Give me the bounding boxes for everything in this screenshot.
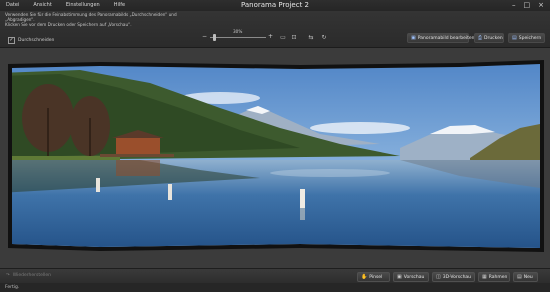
new-label: Neu <box>523 274 533 280</box>
new-button[interactable]: ▤ Neu <box>513 272 538 282</box>
brush-label: Pinsel <box>369 274 383 280</box>
cut-checkbox[interactable]: ✓ <box>8 37 15 44</box>
preview-3d-button[interactable]: ◫ 3D-Vorschau <box>432 272 475 282</box>
cut-checkbox-label: Durchschneiden <box>18 38 55 43</box>
zoom-slider-thumb[interactable] <box>212 34 216 41</box>
window-title: Panorama Project 2 <box>240 1 310 9</box>
status-bar: Fertig. <box>0 283 550 292</box>
panorama-icon: ▣ <box>411 35 416 41</box>
brush-button[interactable]: ✋ Pinsel <box>357 272 390 282</box>
preview-3d-label: 3D-Vorschau <box>442 274 472 280</box>
print-label: Drucken <box>484 35 503 41</box>
preview-3d-icon: ◫ <box>436 274 441 280</box>
redo-button: ↷ Wiederherstellen <box>6 273 51 278</box>
maximize-button[interactable]: □ <box>524 1 531 9</box>
panorama-image[interactable] <box>0 48 550 268</box>
cut-checkbox-row[interactable]: ✓ Durchschneiden <box>8 37 54 44</box>
zoom-percent: 30% <box>233 29 243 34</box>
save-label: Speichern <box>518 35 542 41</box>
frame-label: Rahmen <box>488 274 508 280</box>
status-text: Fertig. <box>5 285 20 290</box>
minimize-button[interactable]: – <box>512 1 516 9</box>
preview-label: Vorschau <box>403 274 425 280</box>
rotate-icon[interactable]: ↻ <box>320 34 328 41</box>
hand-brush-icon: ✋ <box>361 274 368 280</box>
zoom-in-icon[interactable]: + <box>268 34 274 40</box>
window-controls: – □ × <box>512 1 544 9</box>
frame-button[interactable]: ▦ Rahmen <box>478 272 510 282</box>
redo-icon: ↷ <box>6 273 10 278</box>
printer-icon: ⎙ <box>478 35 483 41</box>
new-icon: ▤ <box>517 274 522 280</box>
redo-label: Wiederherstellen <box>12 273 52 278</box>
instruction-line-3: Klicken Sie vor dem Drucken oder Speiche… <box>5 22 132 27</box>
zoom-out-icon[interactable]: − <box>202 34 208 40</box>
edit-panorama-label: Panoramabild bearbeiten <box>417 35 475 41</box>
preview-icon: ▣ <box>397 274 402 280</box>
edit-panorama-button[interactable]: ▣ Panoramabild bearbeiten <box>407 33 475 43</box>
move-icon[interactable]: ⇆ <box>307 34 315 41</box>
preview-button[interactable]: ▣ Vorschau <box>393 272 429 282</box>
frame-icon: ▦ <box>482 274 487 280</box>
actual-size-icon[interactable]: ⊡ <box>290 34 298 41</box>
title-bar: Datei Ansicht Einstellungen Hilfe Panora… <box>0 0 550 11</box>
save-button[interactable]: ▤ Speichern <box>508 33 545 43</box>
bottom-bar: ↷ Wiederherstellen ✋ Pinsel ▣ Vorschau ◫… <box>0 268 550 284</box>
close-button[interactable]: × <box>538 1 544 9</box>
save-icon: ▤ <box>512 35 517 41</box>
fit-screen-icon[interactable]: ▭ <box>279 34 287 41</box>
zoom-slider[interactable] <box>210 37 266 38</box>
print-button[interactable]: ⎙ Drucken <box>474 33 504 43</box>
workspace <box>0 48 550 268</box>
